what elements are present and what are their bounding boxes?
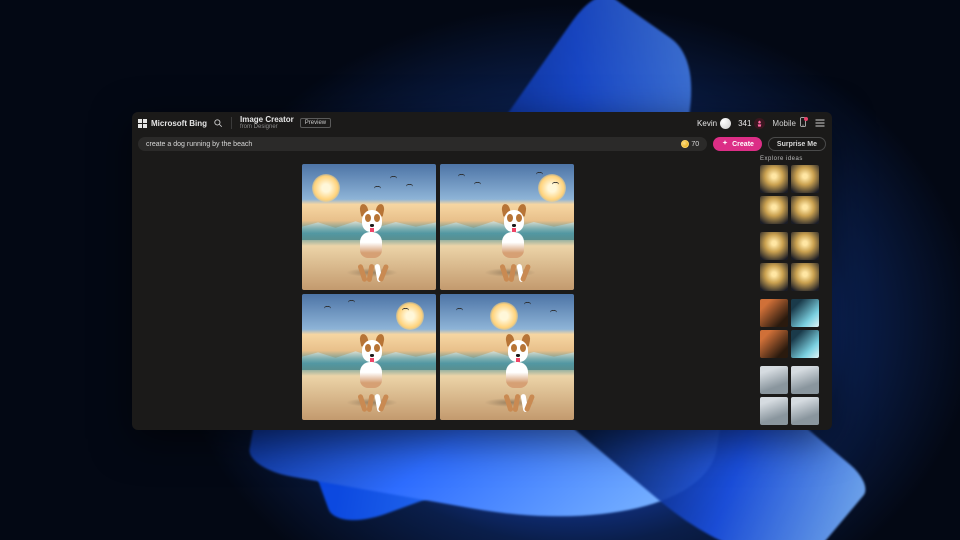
explore-sidebar: Explore ideas bbox=[760, 156, 822, 430]
credits-count: 70 bbox=[691, 141, 699, 148]
explore-thumb[interactable] bbox=[760, 263, 788, 291]
coin-icon bbox=[681, 140, 689, 148]
explore-set-4 bbox=[760, 366, 822, 425]
rewards[interactable]: 341 bbox=[738, 118, 765, 129]
app-subtitle-label: from Designer bbox=[240, 124, 294, 130]
result-image-1[interactable] bbox=[302, 164, 436, 290]
create-button[interactable]: Create bbox=[713, 137, 762, 151]
explore-thumb[interactable] bbox=[791, 397, 819, 425]
explore-heading: Explore ideas bbox=[760, 156, 822, 162]
divider bbox=[231, 117, 232, 129]
explore-thumb[interactable] bbox=[760, 299, 788, 327]
mobile-label: Mobile bbox=[772, 119, 796, 128]
result-image-4[interactable] bbox=[440, 294, 574, 420]
search-icon[interactable] bbox=[213, 118, 223, 128]
brand[interactable]: Microsoft Bing bbox=[138, 119, 207, 128]
explore-thumb[interactable] bbox=[760, 165, 788, 193]
explore-thumb[interactable] bbox=[760, 232, 788, 260]
boost-credits[interactable]: 70 bbox=[681, 140, 699, 148]
rewards-points: 341 bbox=[738, 119, 751, 128]
explore-thumb[interactable] bbox=[791, 165, 819, 193]
menu-icon[interactable] bbox=[814, 117, 826, 129]
explore-thumb[interactable] bbox=[791, 299, 819, 327]
explore-thumb[interactable] bbox=[760, 330, 788, 358]
result-image-3[interactable] bbox=[302, 294, 436, 420]
explore-set-1 bbox=[760, 165, 822, 224]
preview-badge: Preview bbox=[300, 118, 331, 128]
create-label: Create bbox=[732, 141, 754, 148]
surprise-label: Surprise Me bbox=[777, 141, 817, 148]
image-creator-window: Microsoft Bing Image Creator from Design… bbox=[132, 112, 832, 430]
result-image-2[interactable] bbox=[440, 164, 574, 290]
explore-set-3 bbox=[760, 299, 822, 358]
explore-thumb[interactable] bbox=[791, 330, 819, 358]
sparkle-icon bbox=[721, 140, 729, 148]
prompt-input[interactable]: create a dog running by the beach 70 bbox=[138, 137, 707, 151]
explore-thumb[interactable] bbox=[760, 196, 788, 224]
phone-icon bbox=[799, 117, 807, 129]
app-title-label: Image Creator bbox=[240, 116, 294, 124]
prompt-toolbar: create a dog running by the beach 70 Cre… bbox=[132, 134, 832, 154]
brand-label: Microsoft Bing bbox=[151, 119, 207, 128]
app-title[interactable]: Image Creator from Designer bbox=[240, 116, 294, 130]
surprise-me-button[interactable]: Surprise Me bbox=[768, 137, 826, 151]
mobile-link[interactable]: Mobile bbox=[772, 117, 807, 129]
explore-thumb[interactable] bbox=[760, 397, 788, 425]
explore-thumb[interactable] bbox=[791, 232, 819, 260]
user-name: Kevin bbox=[697, 119, 717, 128]
top-bar: Microsoft Bing Image Creator from Design… bbox=[132, 112, 832, 134]
account-menu[interactable]: Kevin bbox=[697, 118, 731, 129]
microsoft-logo-icon bbox=[138, 119, 147, 128]
notification-dot bbox=[804, 117, 808, 121]
explore-set-2 bbox=[760, 232, 822, 291]
explore-thumb[interactable] bbox=[760, 366, 788, 394]
explore-thumb[interactable] bbox=[791, 263, 819, 291]
result-grid bbox=[302, 164, 574, 420]
rewards-icon bbox=[754, 118, 765, 129]
content-area: Explore ideas bbox=[132, 156, 832, 430]
prompt-text: create a dog running by the beach bbox=[146, 141, 677, 148]
explore-thumb[interactable] bbox=[791, 366, 819, 394]
avatar bbox=[720, 118, 731, 129]
explore-thumb[interactable] bbox=[791, 196, 819, 224]
